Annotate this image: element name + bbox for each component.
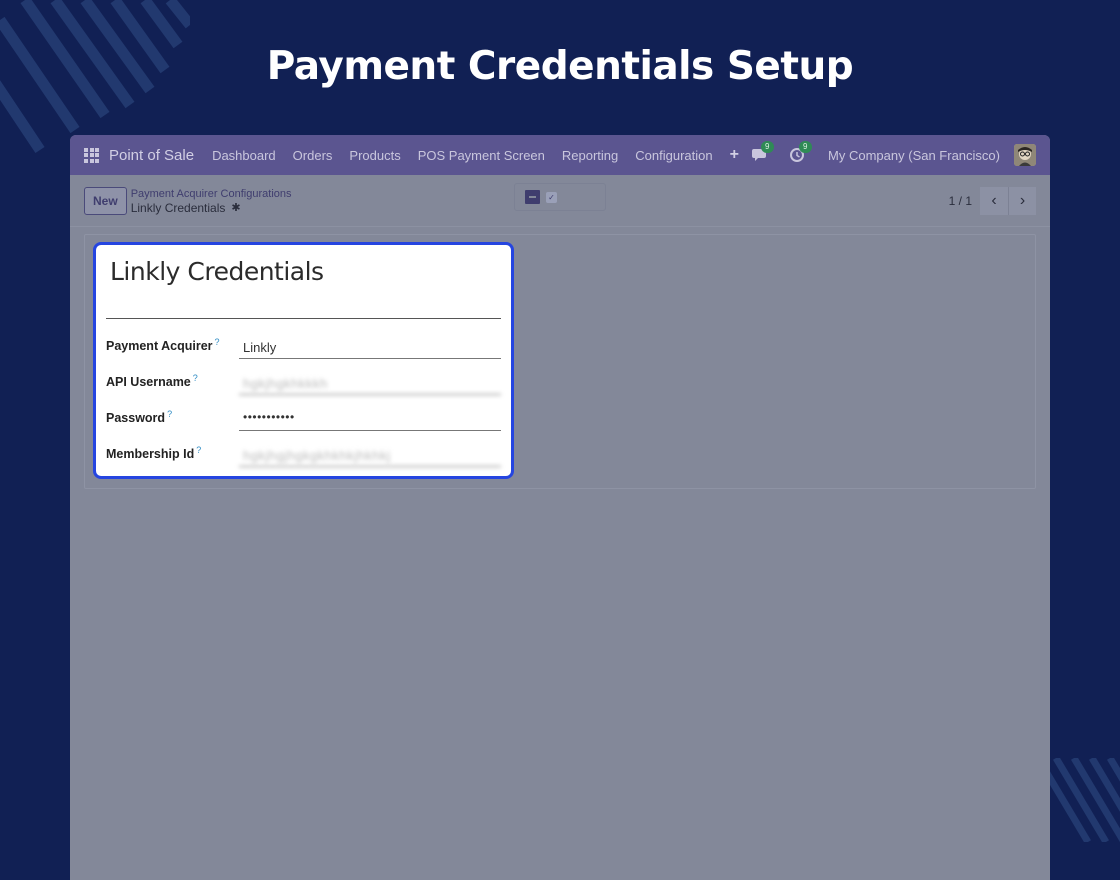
field-label-text: Payment Acquirer — [106, 339, 213, 354]
field-label: Password? — [106, 409, 172, 425]
field-label-text: Membership Id — [106, 447, 195, 462]
menu-configuration[interactable]: Configuration — [635, 148, 712, 163]
field-payment-acquirer: Payment Acquirer? Linkly — [106, 331, 501, 359]
control-panel: New Payment Acquirer Configurations Link… — [70, 175, 1050, 227]
title-underline — [106, 318, 501, 319]
apps-menu-icon[interactable] — [84, 147, 99, 163]
new-button[interactable]: New — [84, 186, 127, 215]
membership-id-input[interactable]: hgkjhgjhgkgkhkhkjhkhkj — [239, 439, 501, 467]
gear-icon[interactable]: ✱ — [231, 201, 240, 215]
company-switcher[interactable]: My Company (San Francisco) — [828, 148, 1000, 163]
navbar-systray: 9 9 My Company (San Francisco) — [752, 141, 1036, 166]
pager-next-button[interactable]: › — [1008, 186, 1036, 215]
field-label-text: Password — [106, 411, 166, 426]
activities-button[interactable]: 9 — [790, 141, 812, 162]
credentials-form: Linkly Credentials Payment Acquirer? Lin… — [93, 242, 514, 479]
help-icon[interactable]: ? — [193, 373, 198, 383]
pager-previous-button[interactable]: ‹ — [980, 186, 1008, 215]
api-username-input[interactable]: hgkjhgkhkkkh — [239, 367, 501, 395]
chevron-right-icon: › — [1019, 191, 1026, 209]
menu-products[interactable]: Products — [349, 148, 400, 163]
decorative-stripes-bottom-right — [1048, 758, 1120, 842]
menu-orders[interactable]: Orders — [293, 148, 333, 163]
chevron-left-icon: ‹ — [991, 191, 997, 209]
record-status-box: ✓ — [514, 183, 606, 211]
avatar-icon — [1014, 144, 1036, 166]
promo-title: Payment Credentials Setup — [266, 44, 854, 89]
menu-pos-payment-screen[interactable]: POS Payment Screen — [418, 148, 545, 163]
breadcrumb-parent[interactable]: Payment Acquirer Configurations — [131, 187, 292, 201]
password-input[interactable]: ••••••••••• — [239, 403, 501, 431]
field-label: API Username? — [106, 373, 198, 389]
messages-button[interactable]: 9 — [752, 141, 774, 162]
top-navbar: Point of Sale Dashboard Orders Products … — [70, 135, 1050, 175]
help-icon[interactable]: ? — [196, 445, 201, 455]
help-icon[interactable]: ? — [167, 409, 172, 419]
field-password: Password? ••••••••••• — [106, 403, 501, 431]
activities-badge: 9 — [799, 141, 812, 153]
menu-dashboard[interactable]: Dashboard — [212, 148, 276, 163]
breadcrumb-current-label: Linkly Credentials — [130, 200, 226, 215]
pager-value[interactable]: 1 / 1 — [949, 194, 972, 208]
form-title[interactable]: Linkly Credentials — [110, 257, 324, 286]
app-window: Point of Sale Dashboard Orders Products … — [70, 135, 1050, 880]
app-name[interactable]: Point of Sale — [109, 147, 194, 164]
field-api-username: API Username? hgkjhgkhkkkh — [106, 367, 501, 395]
archive-icon[interactable] — [525, 190, 540, 204]
field-label-text: API Username — [106, 375, 191, 390]
field-label: Payment Acquirer? — [106, 337, 220, 353]
field-membership-id: Membership Id? hgkjhgjhgkgkhkhkjhkhkj — [106, 439, 501, 467]
payment-acquirer-input[interactable]: Linkly — [239, 331, 501, 359]
menu-reporting[interactable]: Reporting — [562, 148, 618, 163]
help-icon[interactable]: ? — [215, 337, 220, 347]
breadcrumb-current: Linkly Credentials ✱ — [131, 201, 292, 215]
field-label: Membership Id? — [106, 445, 201, 461]
breadcrumb: Payment Acquirer Configurations Linkly C… — [131, 187, 292, 215]
pager: 1 / 1 ‹ › — [949, 186, 1036, 215]
check-icon[interactable]: ✓ — [546, 191, 557, 203]
messages-badge: 9 — [761, 141, 774, 153]
plus-icon[interactable]: + — [730, 146, 739, 164]
user-avatar[interactable] — [1014, 144, 1036, 166]
